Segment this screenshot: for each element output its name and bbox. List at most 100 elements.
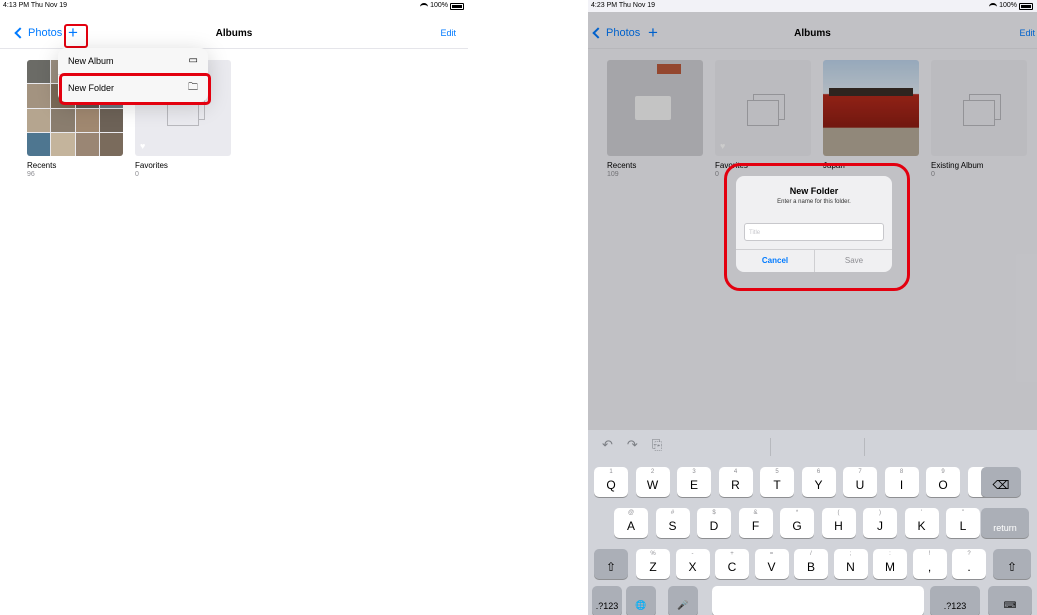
key-q[interactable]: 1Q bbox=[594, 467, 628, 497]
dictation-key[interactable]: 🎤 bbox=[668, 586, 698, 615]
key-label: R bbox=[731, 478, 740, 492]
backspace-key[interactable]: ⌫ bbox=[981, 467, 1021, 497]
key-m[interactable]: :M bbox=[873, 549, 907, 579]
key-u[interactable]: 7U bbox=[843, 467, 877, 497]
key-alt-label: ; bbox=[849, 551, 852, 557]
key-alt-label: ( bbox=[837, 510, 840, 516]
key-alt-label: - bbox=[691, 551, 694, 557]
key-label: M bbox=[885, 560, 895, 574]
key-i[interactable]: 8I bbox=[884, 467, 919, 497]
battery-percent: 100% bbox=[430, 2, 448, 9]
microphone-icon: 🎤 bbox=[677, 600, 689, 610]
key-alt-label: % bbox=[650, 551, 656, 557]
key-alt-label: 1 bbox=[609, 469, 613, 475]
key-label: F bbox=[751, 519, 760, 533]
key-alt-label: " bbox=[961, 510, 965, 516]
key-alt-label: ' bbox=[920, 510, 923, 516]
key-alt-label: 9 bbox=[941, 469, 945, 475]
key-z[interactable]: % Z bbox=[636, 549, 670, 579]
key-b[interactable]: / B bbox=[794, 549, 828, 579]
key-w[interactable]: 2W bbox=[635, 467, 670, 497]
return-key[interactable]: return bbox=[981, 508, 1029, 538]
keyboard-dismiss-icon: ⌨ bbox=[1003, 600, 1017, 610]
key-d[interactable]: $ D bbox=[697, 508, 731, 538]
redo-icon[interactable]: ↷ bbox=[627, 437, 638, 453]
edit-button[interactable]: Edit bbox=[440, 28, 456, 38]
key-k[interactable]: ' K bbox=[904, 508, 939, 538]
status-bar: 4:23 PM Thu Nov 19 100% bbox=[588, 0, 1037, 12]
key-alt-label: ! bbox=[928, 551, 931, 557]
key-alt-label: ? bbox=[967, 551, 971, 557]
key-label: H bbox=[834, 519, 843, 533]
key-t[interactable]: 5T bbox=[760, 467, 794, 497]
key-label: G bbox=[792, 519, 802, 533]
shift-key-left[interactable]: ⇧ bbox=[594, 549, 628, 579]
key-alt-label: = bbox=[769, 551, 774, 557]
key-comma[interactable]: !, bbox=[912, 549, 947, 579]
key-alt-label: @ bbox=[627, 510, 635, 516]
key-label: Y bbox=[814, 478, 823, 492]
highlight-add-button bbox=[64, 24, 88, 48]
battery-icon bbox=[450, 2, 464, 10]
undo-icon[interactable]: ↶ bbox=[602, 437, 613, 453]
status-time: 4:23 PM Thu Nov 19 bbox=[591, 2, 656, 9]
album-count: 96 bbox=[27, 171, 35, 178]
key-alt-label: 2 bbox=[650, 469, 655, 475]
key-alt-label: $ bbox=[712, 510, 716, 516]
key-alt-label: & bbox=[753, 510, 758, 516]
key-f[interactable]: & F bbox=[738, 508, 773, 538]
key-label: A bbox=[626, 519, 635, 533]
key-label: Q bbox=[606, 478, 616, 492]
numbers-key-left[interactable]: .?123 bbox=[592, 586, 622, 615]
paste-icon[interactable]: ⎘ bbox=[652, 437, 662, 453]
globe-key[interactable]: 🌐 bbox=[626, 586, 656, 615]
key-label: N bbox=[846, 560, 855, 574]
album-name: Recents bbox=[27, 161, 57, 170]
album-stack-icon: ▭ bbox=[188, 55, 198, 66]
key-j[interactable]: ) J bbox=[863, 508, 897, 538]
menu-item-label: New Album bbox=[68, 56, 114, 66]
space-bar[interactable] bbox=[712, 586, 924, 615]
key-n[interactable]: ; N bbox=[833, 549, 868, 579]
key-label: K bbox=[917, 519, 926, 533]
key-y[interactable]: 6Y bbox=[801, 467, 836, 497]
left-screen: 4:13 PM Thu Nov 19 100% Photos + Albums … bbox=[0, 0, 468, 615]
key-label: Z bbox=[649, 560, 657, 574]
key-a[interactable]: @ A bbox=[614, 508, 648, 538]
dismiss-keyboard-key[interactable]: ⌨ bbox=[988, 586, 1032, 615]
key-label: T bbox=[773, 478, 781, 492]
key-label: I bbox=[899, 478, 904, 492]
key-r[interactable]: 4R bbox=[718, 467, 753, 497]
key-period[interactable]: ?. bbox=[952, 549, 986, 579]
battery-percent: 100% bbox=[999, 2, 1017, 9]
album-name: Favorites bbox=[135, 161, 168, 170]
key-alt-label: ) bbox=[879, 510, 881, 516]
key-c[interactable]: + C bbox=[715, 549, 749, 579]
key-x[interactable]: -X bbox=[675, 549, 710, 579]
numbers-key-right[interactable]: .?123 bbox=[930, 586, 980, 615]
key-label: U bbox=[855, 478, 865, 492]
globe-icon: 🌐 bbox=[635, 600, 647, 610]
album-count: 0 bbox=[135, 171, 139, 178]
right-screen: 4:23 PM Thu Nov 19 100% Photos + Albums … bbox=[588, 0, 1037, 615]
key-s[interactable]: # S bbox=[655, 508, 690, 538]
key-label: L bbox=[959, 519, 967, 533]
key-label: J bbox=[877, 519, 883, 533]
shift-key-right[interactable]: ⇧ bbox=[993, 549, 1031, 579]
key-label: . bbox=[967, 560, 971, 574]
key-e[interactable]: 3E bbox=[677, 467, 711, 497]
key-o[interactable]: 9O bbox=[926, 467, 960, 497]
key-alt-label: 7 bbox=[858, 469, 862, 475]
key-alt-label: * bbox=[795, 510, 799, 516]
key-label: O bbox=[938, 478, 948, 492]
key-v[interactable]: = V bbox=[754, 549, 789, 579]
shortcut-divider bbox=[770, 438, 771, 456]
menu-item-new-album[interactable]: New Album ▭ bbox=[58, 48, 208, 74]
key-l[interactable]: " L bbox=[946, 508, 980, 538]
key-h[interactable]: (H bbox=[821, 508, 856, 538]
key-alt-label: : bbox=[889, 551, 891, 557]
key-alt-label: 4 bbox=[733, 469, 738, 475]
key-label: B bbox=[806, 560, 815, 574]
key-g[interactable]: * G bbox=[780, 508, 814, 538]
key-alt-label: 8 bbox=[899, 469, 904, 475]
